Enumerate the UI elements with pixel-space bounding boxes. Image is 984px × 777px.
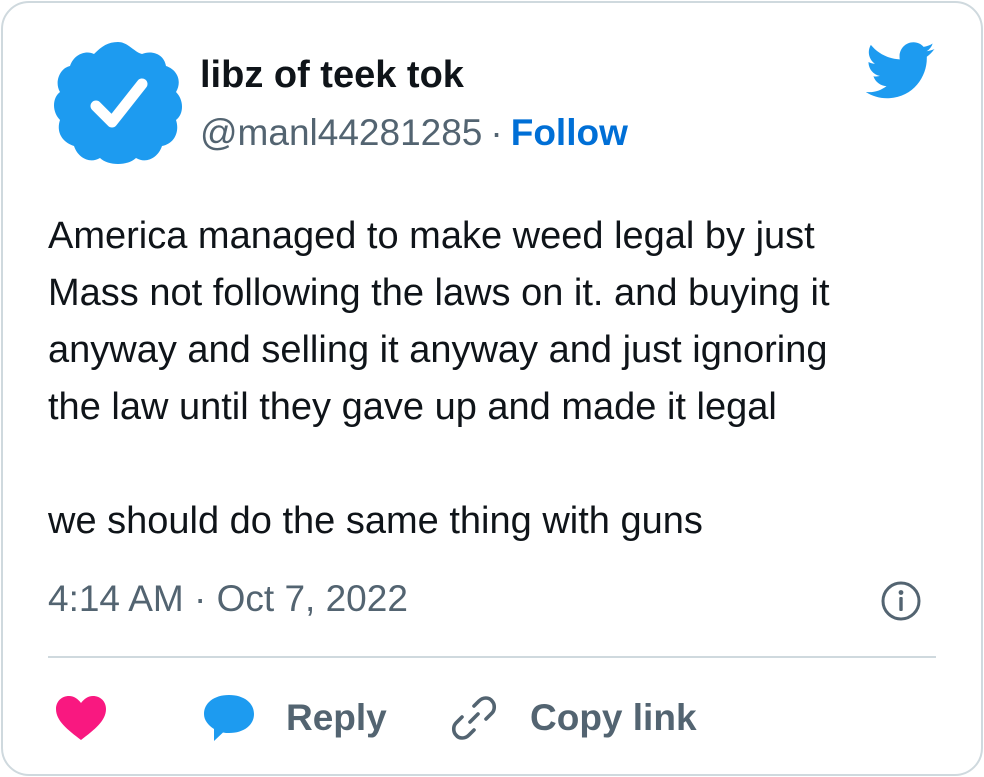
user-handle[interactable]: @manl44281285: [200, 112, 482, 153]
follow-button[interactable]: Follow: [511, 112, 628, 153]
verified-badge-icon: [54, 42, 182, 164]
link-icon: [451, 696, 497, 740]
like-button[interactable]: [54, 690, 108, 746]
twitter-bird-icon[interactable]: [866, 42, 936, 100]
heart-icon: [56, 696, 106, 740]
avatar[interactable]: [48, 38, 188, 168]
tweet-text: America managed to make weed legal by ju…: [48, 215, 830, 542]
speech-bubble-icon: [204, 695, 254, 741]
display-name[interactable]: libz of teek tok: [200, 52, 464, 98]
copy-link-label: Copy link: [530, 697, 697, 738]
copy-link-button[interactable]: Copy link: [448, 690, 697, 746]
tweet-timestamp[interactable]: 4:14 AM · Oct 7, 2022: [48, 576, 408, 622]
divider: [48, 656, 936, 658]
separator: ·: [490, 112, 503, 153]
handle-row: @manl44281285 · Follow: [200, 110, 628, 156]
info-icon[interactable]: [880, 580, 922, 622]
reply-label: Reply: [286, 697, 387, 738]
reply-button[interactable]: Reply: [202, 690, 387, 746]
